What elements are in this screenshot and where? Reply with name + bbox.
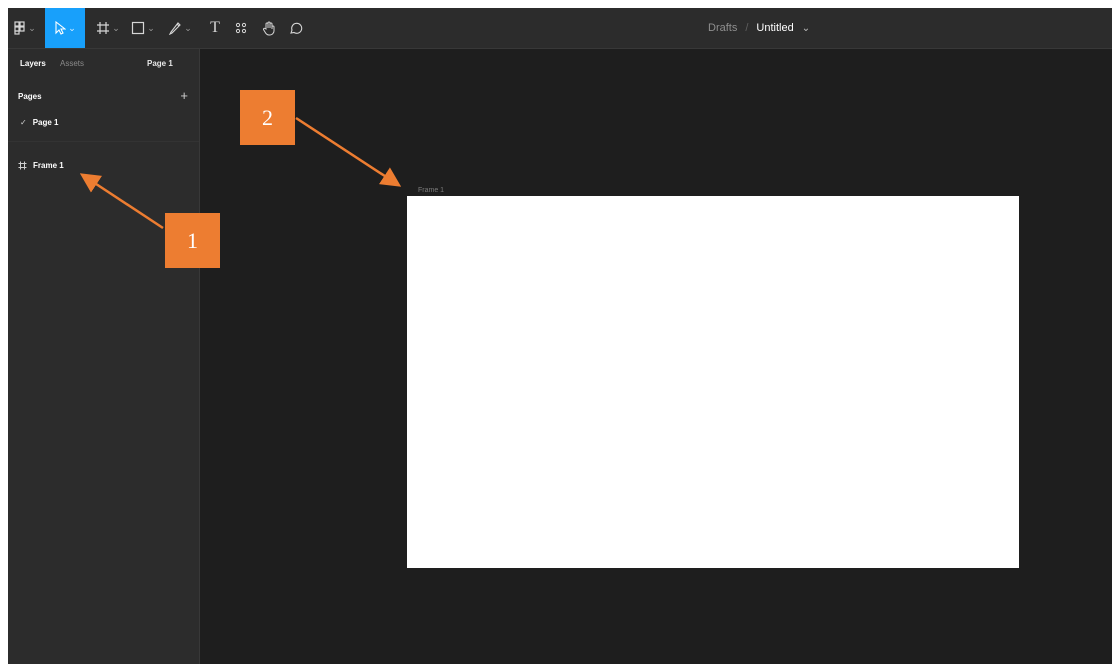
divider (8, 141, 199, 142)
rectangle-icon (131, 21, 145, 35)
frame-icon (96, 21, 110, 35)
breadcrumb: Drafts / Untitled ⌄ (708, 8, 810, 48)
chevron-down-icon: ⌄ (112, 22, 120, 33)
figma-window: ⌄ ⌄ ⌄ ⌄ ⌄ T Drafts / Untitled ⌄ Layers A… (8, 8, 1112, 664)
canvas[interactable]: Frame 1 (200, 49, 1112, 664)
add-page-button[interactable]: + (180, 88, 188, 103)
page-list-item[interactable]: ✓ Page 1 (20, 115, 59, 129)
resources-icon (235, 22, 247, 34)
grid-menu-icon (14, 21, 26, 35)
pen-icon (168, 21, 182, 35)
check-icon: ✓ (20, 117, 27, 127)
annotation-callout-2: 2 (240, 90, 295, 145)
layer-item-frame-1[interactable]: Frame 1 (18, 158, 64, 172)
frame-1[interactable] (407, 196, 1019, 568)
breadcrumb-separator: / (745, 22, 749, 34)
tab-layers[interactable]: Layers (20, 59, 46, 68)
move-tool-button[interactable]: ⌄ (45, 8, 85, 48)
resources-button[interactable] (230, 8, 252, 48)
frame-tool-button[interactable]: ⌄ (91, 8, 125, 48)
frame-name-label[interactable]: Frame 1 (418, 187, 444, 194)
hand-icon (262, 21, 276, 36)
annotation-callout-1: 1 (165, 213, 220, 268)
page-label: Page 1 (32, 117, 59, 127)
comment-icon (289, 21, 303, 35)
pages-header: Pages + (18, 88, 188, 106)
main-menu-button[interactable]: ⌄ (10, 8, 40, 48)
breadcrumb-drafts[interactable]: Drafts (708, 22, 737, 34)
shape-tool-button[interactable]: ⌄ (126, 8, 160, 48)
hand-tool-button[interactable] (258, 8, 280, 48)
file-name[interactable]: Untitled (756, 22, 793, 34)
chevron-down-icon[interactable]: ⌄ (802, 23, 810, 34)
chevron-down-icon: ⌄ (184, 22, 192, 33)
comment-tool-button[interactable] (285, 8, 307, 48)
chevron-down-icon: ⌄ (68, 22, 76, 33)
layers-panel: Layers Assets Page 1 Pages + ✓ Page 1 Fr… (8, 49, 200, 664)
pen-tool-button[interactable]: ⌄ (163, 8, 197, 48)
panel-tabs: Layers Assets Page 1 (8, 49, 199, 79)
current-page-selector[interactable]: Page 1 (147, 59, 173, 68)
pages-title: Pages (18, 92, 42, 101)
chevron-down-icon: ⌄ (147, 22, 155, 33)
cursor-icon (54, 21, 67, 35)
tab-assets[interactable]: Assets (60, 59, 84, 68)
layer-label: Frame 1 (33, 160, 64, 170)
frame-icon (18, 161, 27, 170)
text-icon: T (210, 19, 220, 36)
toolbar: ⌄ ⌄ ⌄ ⌄ ⌄ T Drafts / Untitled ⌄ (8, 8, 1112, 49)
chevron-down-icon: ⌄ (28, 22, 36, 33)
text-tool-button[interactable]: T (204, 8, 226, 48)
